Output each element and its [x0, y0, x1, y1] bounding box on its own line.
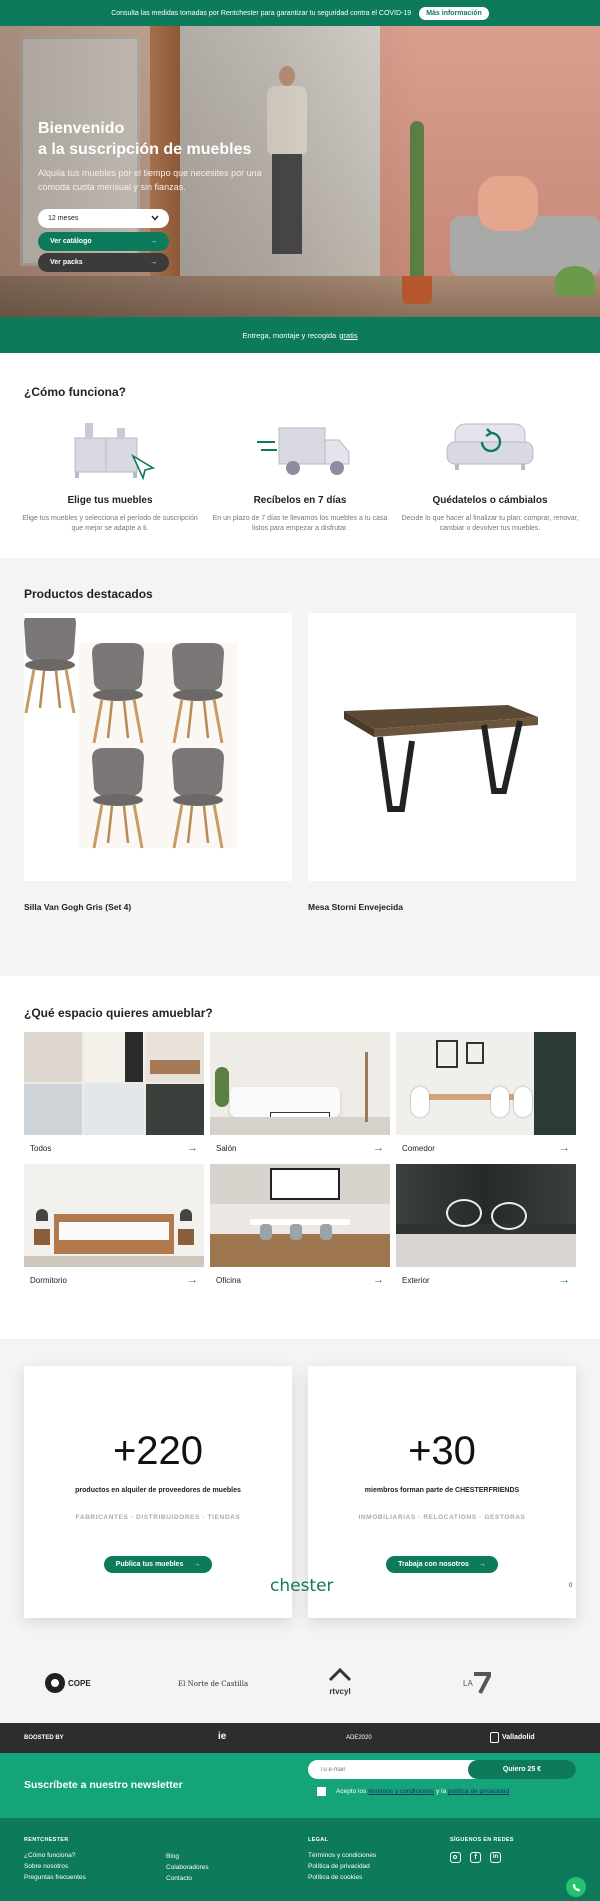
publish-furniture-button[interactable]: Publica tus muebles → — [103, 1556, 213, 1573]
footer-link[interactable]: Contacto — [166, 1875, 209, 1882]
space-image — [24, 1164, 204, 1267]
footer-link[interactable]: Política de privacidad — [308, 1863, 376, 1870]
carousel-index: 0 — [569, 1583, 573, 1589]
footer: RENTCHESTER ¿Cómo funciona? Sobre nosotr… — [0, 1818, 600, 1901]
stat-card-products: +220 productos en alquiler de proveedore… — [24, 1366, 292, 1618]
spaces-title: ¿Qué espacio quieres amueblar? — [24, 1006, 213, 1020]
space-image — [210, 1032, 390, 1135]
terms-link[interactable]: términos y condiciones — [368, 1788, 434, 1795]
covid-message: Consulta las medidas tomadas por Rentche… — [111, 9, 412, 17]
space-todos[interactable]: Todos → — [24, 1032, 204, 1154]
consent-row: Acepto los términos y condiciones y la p… — [317, 1787, 509, 1796]
work-with-us-button[interactable]: Trabaja con nosotros → — [386, 1556, 498, 1573]
space-oficina[interactable]: Oficina → — [210, 1164, 390, 1286]
newsletter-title: Suscríbete a nuestro newsletter — [24, 1779, 183, 1791]
arrow-right-icon: → — [187, 1142, 198, 1154]
whatsapp-icon[interactable] — [566, 1877, 586, 1897]
sofa-refresh-icon — [445, 420, 535, 480]
delivery-strip: Entrega, montaje y recogida gratis — [0, 317, 600, 353]
valladolid-logo: Valladolid — [490, 1732, 535, 1743]
facebook-icon[interactable]: f — [470, 1852, 481, 1863]
table-image — [344, 705, 538, 812]
arrow-right-icon: → — [478, 1561, 486, 1568]
la7-logo: LA — [463, 1672, 491, 1694]
space-image — [396, 1032, 576, 1135]
hero-subtitle: Alquila tus muebles por el tiempo que ne… — [38, 168, 262, 192]
footer-link[interactable]: Términos y condiciones — [308, 1852, 376, 1859]
product-name[interactable]: Mesa Storni Envejecida — [308, 902, 403, 912]
space-image — [396, 1164, 576, 1267]
featured-title: Productos destacados — [24, 587, 153, 601]
arrow-right-icon: → — [150, 259, 157, 266]
space-exterior[interactable]: Exterior → — [396, 1164, 576, 1286]
step-receive: Recíbelos en 7 días En un plazo de 7 día… — [210, 420, 390, 534]
footer-link[interactable]: Preguntas frecuentes — [24, 1874, 86, 1881]
arrow-right-icon: → — [559, 1274, 570, 1286]
footer-col-social: SÍGUENOS EN REDES f in — [450, 1837, 514, 1863]
arrow-right-icon: → — [373, 1274, 384, 1286]
footer-link[interactable]: Política de cookies — [308, 1874, 376, 1881]
subscribe-button[interactable]: Quiero 25 € — [468, 1760, 576, 1779]
stat-card-members: +30 miembros forman parte de CHESTERFRIE… — [308, 1366, 576, 1618]
space-comedor[interactable]: Comedor → — [396, 1032, 576, 1154]
chester-brand-mark: chester — [270, 1576, 334, 1596]
product-card-table[interactable] — [308, 613, 576, 881]
arrow-right-icon: → — [150, 238, 157, 245]
footer-link[interactable]: Sobre nosotros — [24, 1863, 86, 1870]
instagram-icon[interactable] — [450, 1852, 461, 1863]
arrow-right-icon: → — [187, 1274, 198, 1286]
space-salon[interactable]: Salón → — [210, 1032, 390, 1154]
duration-select[interactable]: 12 meses — [38, 209, 169, 228]
chevron-down-icon — [151, 215, 159, 223]
arrow-right-icon: → — [193, 1561, 201, 1568]
catalog-button[interactable]: Ver catálogo → — [38, 232, 169, 251]
privacy-link[interactable]: política de privacidad — [448, 1788, 509, 1795]
more-info-button[interactable]: Más información — [419, 6, 489, 20]
ade-logo: ADE2020 — [346, 1735, 372, 1741]
rtvcyl-logo: rtvcyl — [328, 1667, 352, 1696]
footer-link[interactable]: ¿Cómo funciona? — [24, 1852, 86, 1859]
footer-link[interactable]: Colaboradores — [166, 1864, 209, 1871]
boosted-bar: BOOSTED BY ie ADE2020 Valladolid — [0, 1723, 600, 1753]
covid-banner: Consulta las medidas tomadas por Rentche… — [0, 0, 600, 26]
linkedin-icon[interactable]: in — [490, 1852, 501, 1863]
packs-button[interactable]: Ver packs → — [38, 253, 169, 272]
step-choose: Elige tus muebles Elige tus muebles y se… — [20, 420, 200, 534]
newsletter-section: Suscríbete a nuestro newsletter Quiero 2… — [0, 1753, 600, 1818]
step-keep: Quédatelos o cámbialos Decide lo que hac… — [400, 420, 580, 534]
footer-col-legal: LEGAL Términos y condiciones Política de… — [308, 1837, 377, 1881]
footer-col-2: Blog Colaboradores Contacto — [166, 1853, 209, 1886]
space-image — [24, 1032, 204, 1135]
space-dormitorio[interactable]: Dormitorio → — [24, 1164, 204, 1286]
hero-title: Bienvenido a la suscripción de muebles — [38, 120, 252, 158]
ie-logo: ie — [218, 1731, 227, 1742]
el-norte-logo: El Norte de Castilla — [178, 1680, 249, 1688]
email-input[interactable] — [320, 1764, 460, 1775]
chairs-image — [24, 613, 237, 850]
footer-col-rentchester: RENTCHESTER ¿Cómo funciona? Sobre nosotr… — [24, 1837, 86, 1881]
arrow-right-icon: → — [373, 1142, 384, 1154]
delivery-truck-icon — [255, 420, 350, 480]
how-title: ¿Cómo funciona? — [24, 385, 126, 399]
consent-checkbox[interactable] — [317, 1787, 326, 1796]
arrow-right-icon: → — [559, 1142, 570, 1154]
space-image — [210, 1164, 390, 1267]
furniture-cursor-icon — [65, 420, 156, 481]
cope-logo: COPE — [45, 1673, 91, 1693]
newsletter-form: Quiero 25 € — [308, 1760, 576, 1779]
product-name[interactable]: Silla Van Gogh Gris (Set 4) — [24, 902, 131, 912]
footer-link[interactable]: Blog — [166, 1853, 209, 1860]
delivery-free-link[interactable]: gratis — [339, 331, 357, 340]
product-card-chairs[interactable] — [24, 613, 292, 881]
